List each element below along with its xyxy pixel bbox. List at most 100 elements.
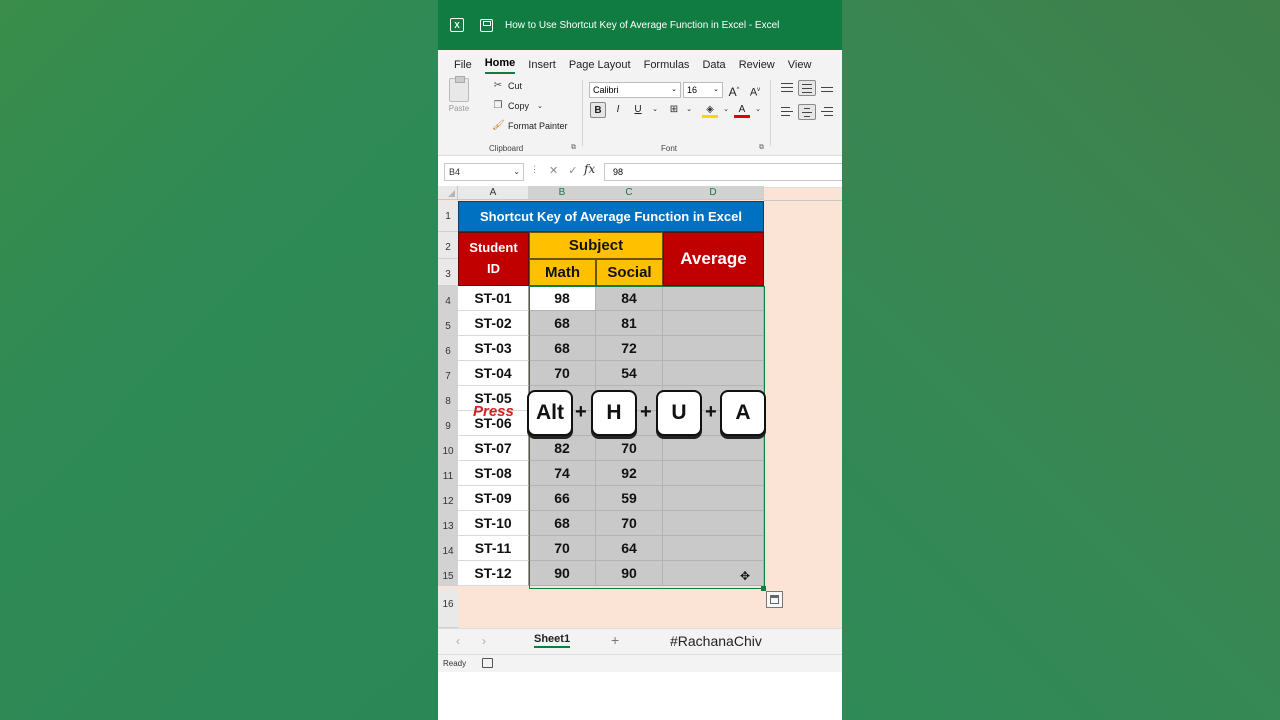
font-color-icon[interactable]: A	[734, 102, 750, 118]
math-score-cell[interactable]: 98	[529, 286, 596, 311]
row-header[interactable]: 9	[438, 411, 458, 436]
add-sheet-button[interactable]: +	[611, 632, 619, 648]
student-id-cell[interactable]: ST-11	[458, 536, 529, 561]
student-id-cell[interactable]: ST-10	[458, 511, 529, 536]
enter-icon[interactable]: ✓	[568, 164, 577, 177]
italic-button[interactable]: I	[610, 102, 626, 118]
chevron-down-icon[interactable]: ⌄	[750, 102, 766, 118]
align-middle-icon[interactable]	[798, 80, 816, 96]
average-cell[interactable]	[663, 311, 764, 336]
math-score-cell[interactable]: 90	[529, 561, 596, 586]
average-cell[interactable]	[663, 361, 764, 386]
row-header[interactable]: 3	[438, 259, 458, 286]
header-social[interactable]: Social	[596, 259, 663, 286]
column-header-b[interactable]: B	[529, 186, 596, 200]
row-header[interactable]: 13	[438, 511, 458, 536]
chevron-down-icon[interactable]: ⌄	[647, 102, 663, 118]
math-score-cell[interactable]: 82	[529, 436, 596, 461]
align-bottom-icon[interactable]	[818, 80, 836, 96]
save-icon[interactable]	[480, 18, 493, 32]
column-header-d[interactable]: D	[663, 186, 764, 200]
social-score-cell[interactable]: 70	[596, 436, 663, 461]
student-id-cell[interactable]: ST-03	[458, 336, 529, 361]
math-score-cell[interactable]: 68	[529, 336, 596, 361]
align-top-icon[interactable]	[778, 80, 796, 96]
bold-button[interactable]: B	[590, 102, 606, 118]
math-score-cell[interactable]: 70	[529, 536, 596, 561]
average-cell[interactable]	[663, 511, 764, 536]
format-painter-button[interactable]: 🖌 Format Painter	[492, 120, 568, 132]
align-left-icon[interactable]	[778, 104, 796, 120]
row-header[interactable]: 4	[438, 286, 458, 311]
font-size-select[interactable]: 16 ⌄	[683, 82, 723, 98]
tab-formulas[interactable]: Formulas	[644, 59, 690, 74]
social-score-cell[interactable]: 92	[596, 461, 663, 486]
math-score-cell[interactable]: 74	[529, 461, 596, 486]
chevron-down-icon[interactable]: ⌄	[537, 102, 543, 110]
social-score-cell[interactable]: 84	[596, 286, 663, 311]
decrease-font-size-icon[interactable]: Av	[747, 82, 763, 99]
tab-home[interactable]: Home	[484, 57, 516, 74]
row-header[interactable]: 8	[438, 386, 458, 411]
fill-color-icon[interactable]: ◈	[702, 102, 718, 118]
social-score-cell[interactable]: 72	[596, 336, 663, 361]
quick-analysis-icon[interactable]	[766, 591, 783, 608]
social-score-cell[interactable]: 70	[596, 511, 663, 536]
row-header[interactable]: 16	[438, 589, 458, 628]
tab-data[interactable]: Data	[702, 59, 725, 74]
dialog-launcher-icon[interactable]: ⧉	[571, 144, 576, 152]
student-id-cell[interactable]: ST-02	[458, 311, 529, 336]
cut-button[interactable]: ✂ Cut	[492, 80, 522, 92]
average-cell[interactable]	[663, 536, 764, 561]
math-score-cell[interactable]: 66	[529, 486, 596, 511]
row-header[interactable]: 15	[438, 561, 458, 586]
row-header[interactable]: 6	[438, 336, 458, 361]
formula-input[interactable]: 98	[604, 163, 842, 181]
student-id-cell[interactable]: ST-09	[458, 486, 529, 511]
average-cell[interactable]	[663, 486, 764, 511]
row-header[interactable]: 11	[438, 461, 458, 486]
tab-sheet1[interactable]: Sheet1	[534, 633, 571, 648]
next-sheet-icon[interactable]: ›	[482, 634, 486, 648]
row-header[interactable]: 10	[438, 436, 458, 461]
math-score-cell[interactable]: 70	[529, 361, 596, 386]
math-score-cell[interactable]: 68	[529, 511, 596, 536]
average-cell[interactable]	[663, 336, 764, 361]
social-score-cell[interactable]: 54	[596, 361, 663, 386]
align-right-icon[interactable]	[818, 104, 836, 120]
header-math[interactable]: Math	[529, 259, 596, 286]
accessibility-icon[interactable]	[482, 658, 493, 668]
student-id-cell[interactable]: ST-08	[458, 461, 529, 486]
insert-function-button[interactable]: fx	[584, 162, 595, 176]
table-title[interactable]: Shortcut Key of Average Function in Exce…	[458, 201, 764, 232]
student-id-cell[interactable]: ST-07	[458, 436, 529, 461]
math-score-cell[interactable]: 68	[529, 311, 596, 336]
social-score-cell[interactable]: 90	[596, 561, 663, 586]
chevron-down-icon[interactable]: ⌄	[681, 102, 697, 118]
header-subject[interactable]: Subject	[529, 232, 663, 259]
column-header-c[interactable]: C	[596, 186, 663, 200]
header-average[interactable]: Average	[663, 232, 764, 286]
tab-review[interactable]: Review	[739, 59, 775, 74]
dialog-launcher-icon[interactable]: ⧉	[759, 144, 764, 152]
paste-button[interactable]: Paste	[444, 76, 474, 113]
header-student-id[interactable]: Student ID	[458, 232, 529, 286]
row-header[interactable]: 5	[438, 311, 458, 336]
social-score-cell[interactable]: 81	[596, 311, 663, 336]
student-id-cell[interactable]: ST-01	[458, 286, 529, 311]
social-score-cell[interactable]: 64	[596, 536, 663, 561]
tab-view[interactable]: View	[788, 59, 812, 74]
column-header-a[interactable]: A	[458, 186, 529, 200]
font-name-select[interactable]: Calibri ⌄	[589, 82, 681, 98]
tab-insert[interactable]: Insert	[528, 59, 556, 74]
chevron-down-icon[interactable]: ⌄	[718, 102, 734, 118]
tab-file[interactable]: File	[454, 59, 472, 74]
row-header[interactable]: 7	[438, 361, 458, 386]
average-cell[interactable]	[663, 286, 764, 311]
align-center-icon[interactable]	[798, 104, 816, 120]
row-header[interactable]: 14	[438, 536, 458, 561]
select-all-button[interactable]	[438, 186, 458, 200]
tab-page-layout[interactable]: Page Layout	[569, 59, 631, 74]
row-header[interactable]: 2	[438, 232, 458, 259]
cancel-icon[interactable]: ✕	[549, 164, 558, 177]
